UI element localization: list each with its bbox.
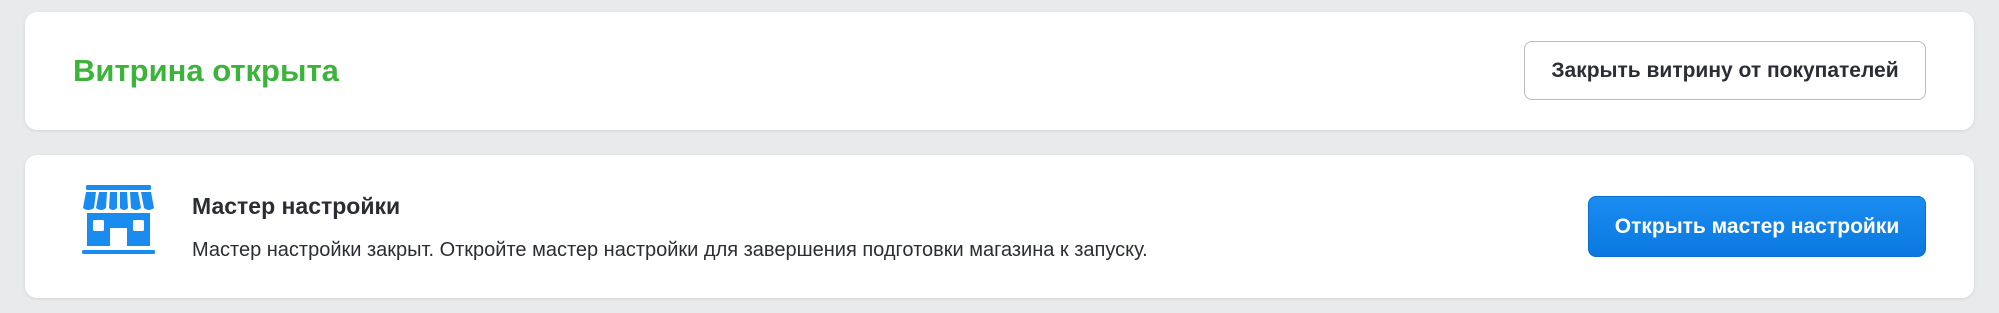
storefront-status-card: Витрина открыта Закрыть витрину от покуп… bbox=[25, 12, 1974, 130]
storefront-status-title: Витрина открыта bbox=[73, 53, 339, 88]
open-wizard-button[interactable]: Открыть мастер настройки bbox=[1588, 196, 1926, 257]
setup-wizard-card: Мастер настройки Мастер настройки закрыт… bbox=[25, 155, 1974, 298]
store-icon bbox=[82, 185, 155, 254]
wizard-description: Мастер настройки закрыт. Откройте мастер… bbox=[192, 239, 1148, 261]
close-storefront-button[interactable]: Закрыть витрину от покупателей bbox=[1524, 41, 1926, 100]
wizard-title: Мастер настройки bbox=[192, 193, 401, 219]
